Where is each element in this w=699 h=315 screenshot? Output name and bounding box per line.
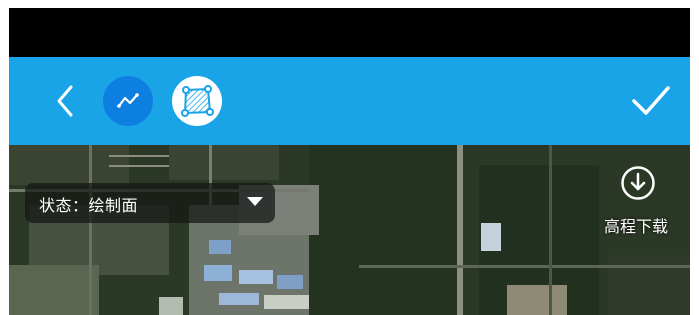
chevron-left-icon (57, 85, 73, 117)
area-mode-button[interactable] (172, 76, 222, 126)
top-toolbar (9, 57, 690, 145)
download-label: 高程下载 (604, 217, 669, 236)
polyline-icon (117, 93, 139, 108)
state-label: 状态：绘制面 (39, 196, 139, 215)
satellite-map[interactable]: 状态：绘制面 高程下载 (9, 145, 690, 315)
state-dropdown[interactable]: 状态：绘制面 (25, 183, 275, 223)
back-button[interactable] (49, 84, 83, 118)
status-bar (9, 8, 690, 57)
elevation-download-button[interactable]: 高程下载 (604, 161, 690, 241)
app-screen: 状态：绘制面 高程下载 (9, 8, 690, 315)
caret-down-icon (247, 197, 263, 206)
confirm-button[interactable] (629, 81, 673, 121)
check-icon (632, 86, 670, 115)
download-circle-icon (621, 166, 655, 200)
line-mode-button[interactable] (103, 76, 153, 126)
satellite-imagery (9, 145, 690, 315)
polygon-area-icon (181, 85, 214, 117)
